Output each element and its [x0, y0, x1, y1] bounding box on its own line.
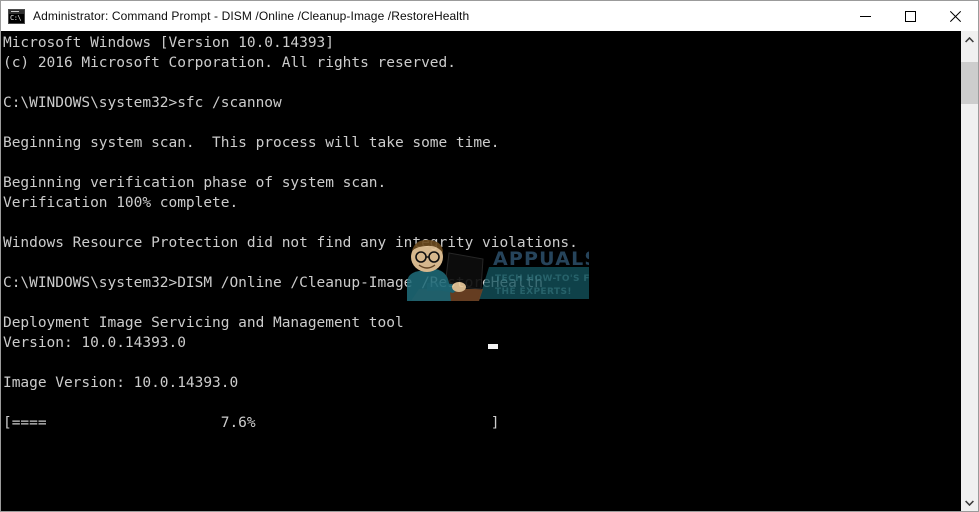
- console-output[interactable]: Microsoft Windows [Version 10.0.14393] (…: [1, 31, 960, 511]
- icon-prompt-glyph: C:\: [9, 13, 24, 23]
- console-cursor: [488, 344, 498, 349]
- scroll-down-arrow[interactable]: [961, 494, 978, 511]
- scrollbar-thumb[interactable]: [961, 62, 978, 104]
- maximize-button[interactable]: [888, 1, 933, 31]
- chevron-up-icon: [965, 36, 974, 43]
- minimize-icon: [860, 15, 871, 17]
- command-prompt-icon[interactable]: C:\: [8, 8, 25, 24]
- maximize-icon: [905, 10, 916, 22]
- scrollbar-track[interactable]: [961, 48, 978, 494]
- chevron-down-icon: [965, 499, 974, 506]
- vertical-scrollbar[interactable]: [960, 31, 978, 511]
- caption-buttons: [843, 1, 978, 31]
- minimize-button[interactable]: [843, 1, 888, 31]
- close-button[interactable]: [933, 1, 978, 31]
- scroll-up-arrow[interactable]: [961, 31, 978, 48]
- window-title: Administrator: Command Prompt - DISM /On…: [33, 9, 470, 23]
- command-prompt-window: C:\ Administrator: Command Prompt - DISM…: [0, 0, 979, 512]
- close-icon: [950, 10, 961, 22]
- console-area[interactable]: Microsoft Windows [Version 10.0.14393] (…: [1, 31, 978, 511]
- title-bar[interactable]: C:\ Administrator: Command Prompt - DISM…: [1, 1, 978, 31]
